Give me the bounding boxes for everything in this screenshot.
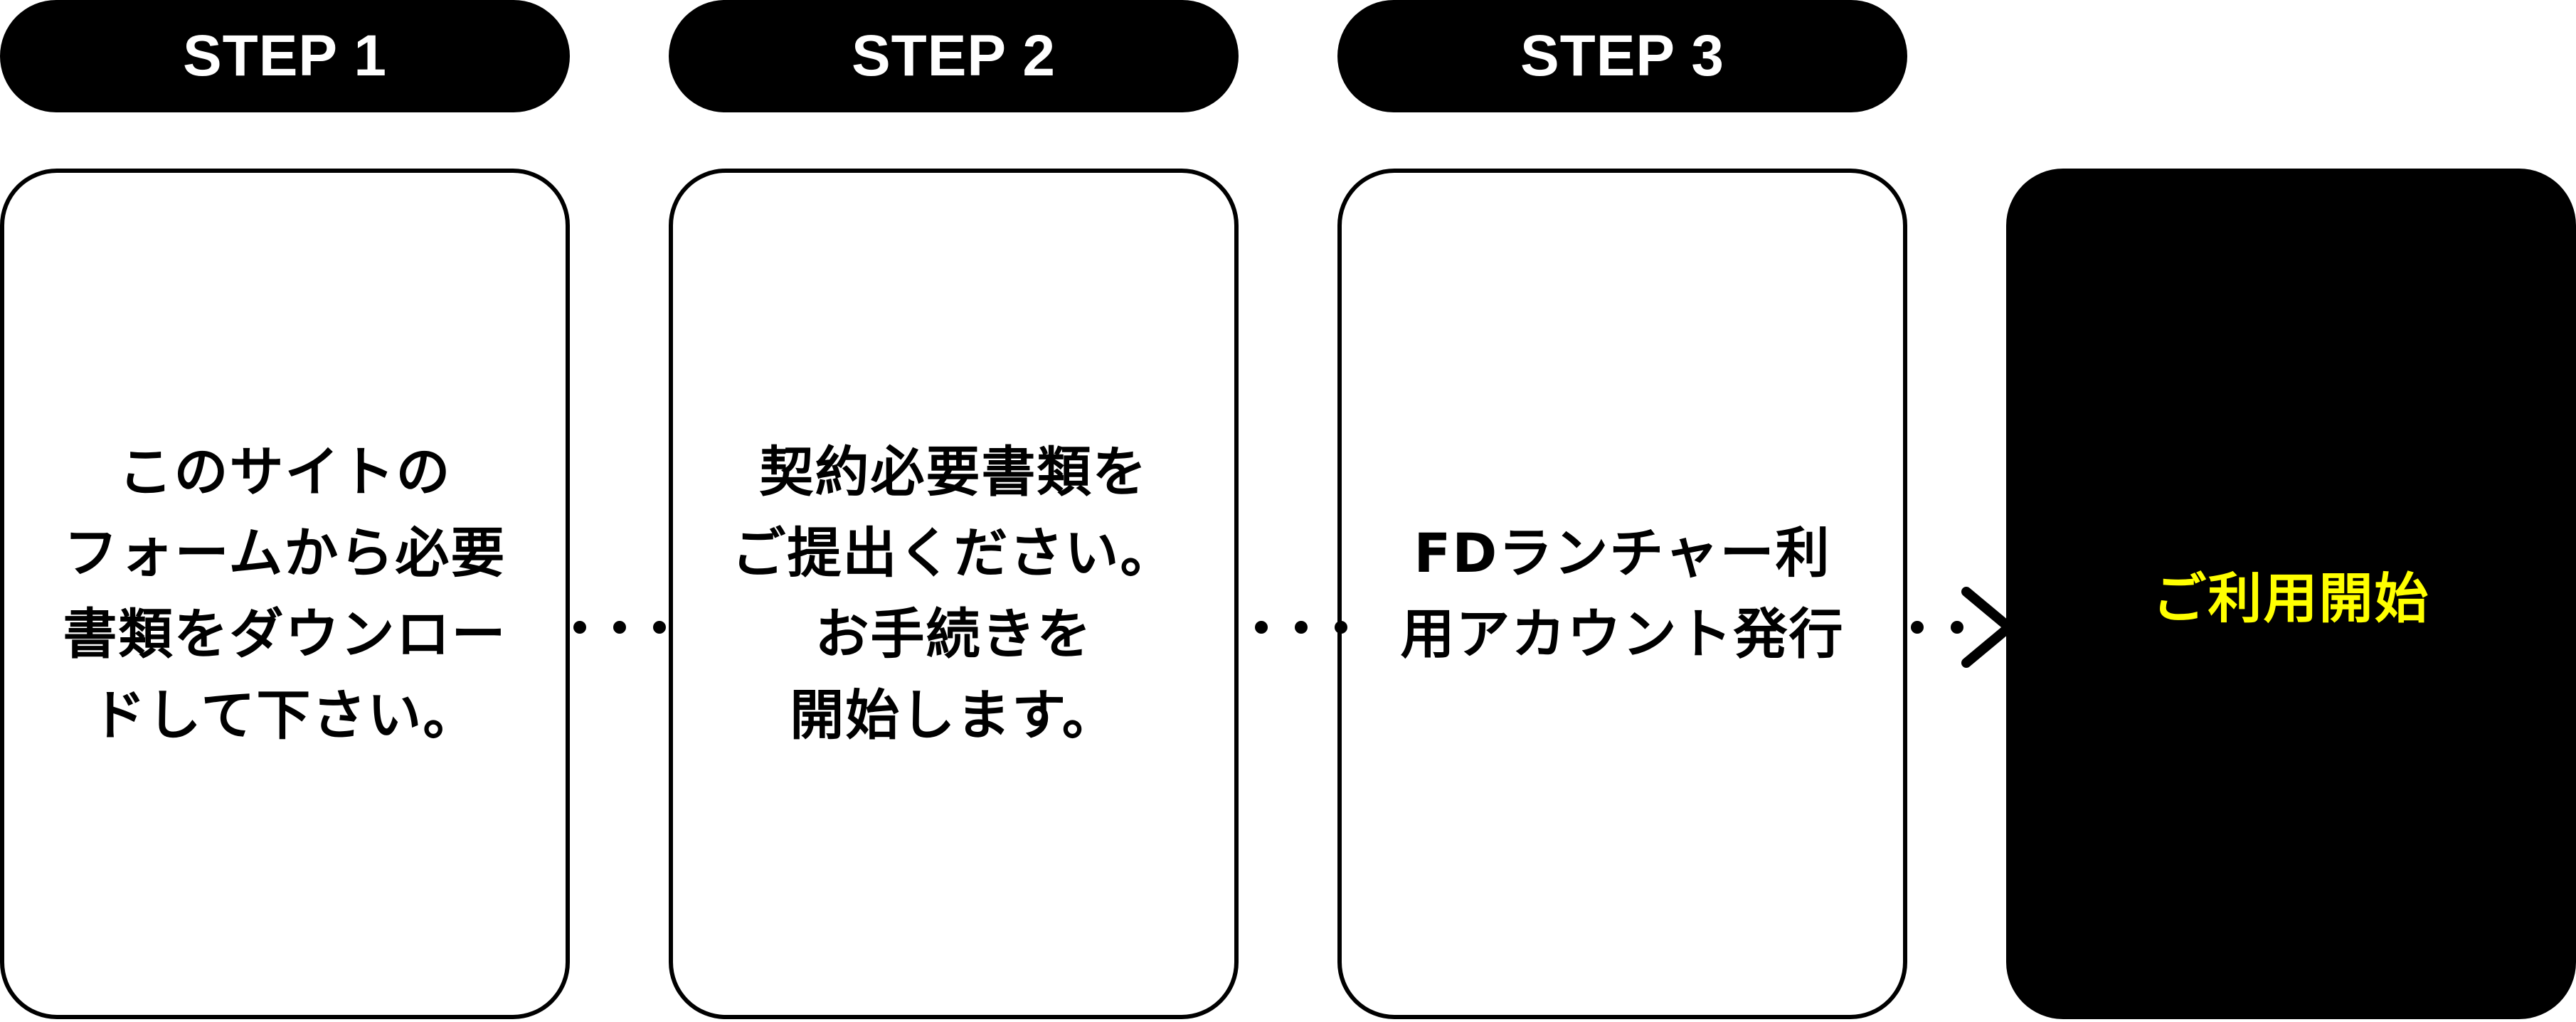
connector-dot bbox=[1295, 621, 1308, 634]
connector-dot bbox=[573, 621, 586, 634]
connector-2-3 bbox=[1255, 620, 1347, 634]
step-3-card: FDランチャー利 用アカウント発行 bbox=[1337, 169, 1907, 1019]
step-2-label: STEP 2 bbox=[669, 0, 1239, 112]
final-text: ご利用開始 bbox=[2152, 567, 2430, 630]
chevron-right-icon bbox=[1961, 587, 2014, 668]
step-3-text: FDランチャー利 用アカウント発行 bbox=[1400, 521, 1845, 666]
step-3-label: STEP 3 bbox=[1337, 0, 1907, 112]
connector-dot bbox=[1335, 621, 1347, 634]
connector-dot bbox=[653, 621, 666, 634]
step-1-text: このサイトの フォームから必要 書類をダウンロー ドして下さい。 bbox=[63, 440, 507, 747]
step-2-card: 契約必要書類を ご提出ください。 お手続きを 開始します。 bbox=[669, 169, 1239, 1019]
connector-dot bbox=[613, 621, 626, 634]
connector-1-2 bbox=[573, 620, 666, 634]
final-card: ご利用開始 bbox=[2006, 169, 2576, 1019]
step-1-label: STEP 1 bbox=[0, 0, 570, 112]
connector-dot bbox=[1911, 621, 1924, 634]
connector-3-final bbox=[1911, 620, 1963, 634]
step-1-card: このサイトの フォームから必要 書類をダウンロー ドして下さい。 bbox=[0, 169, 570, 1019]
connector-dot bbox=[1255, 621, 1268, 634]
step-2-text: 契約必要書類を ご提出ください。 お手続きを 開始します。 bbox=[731, 440, 1176, 747]
